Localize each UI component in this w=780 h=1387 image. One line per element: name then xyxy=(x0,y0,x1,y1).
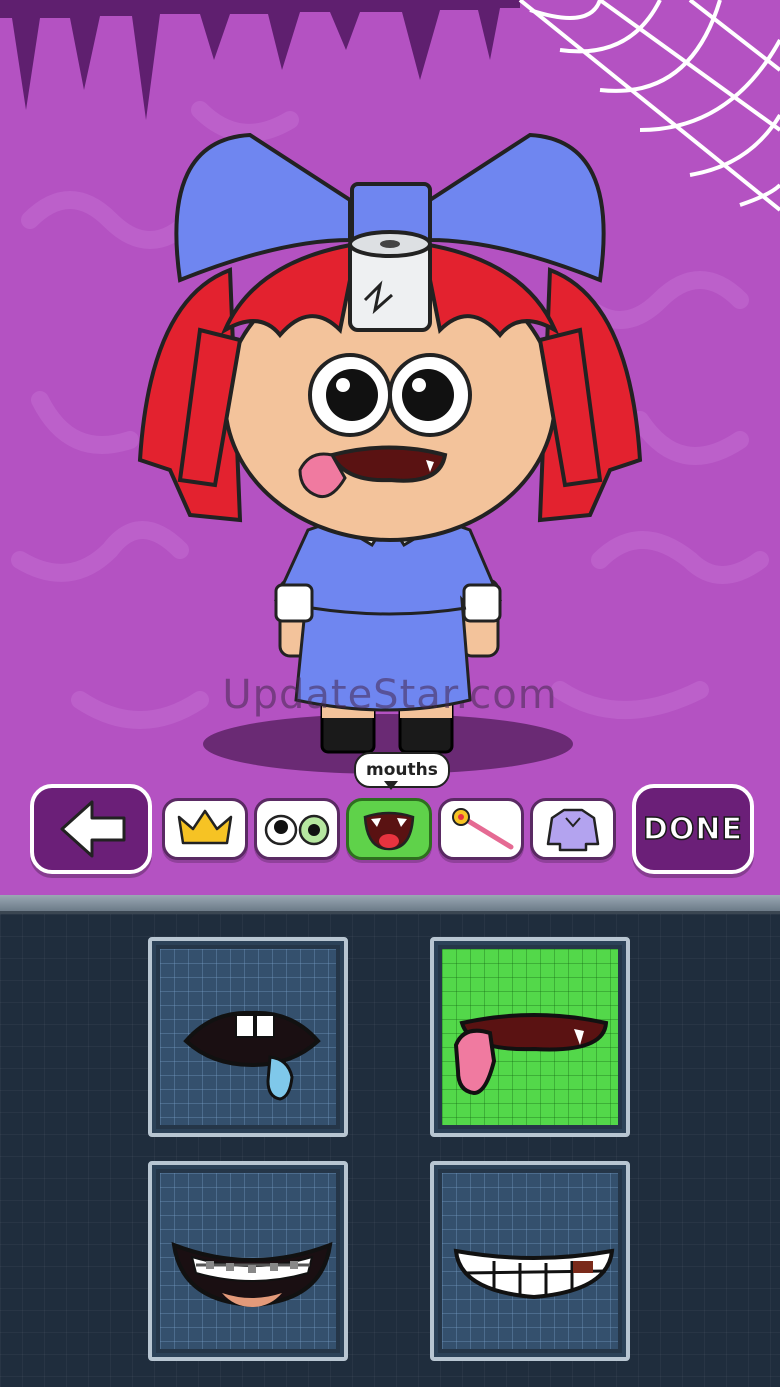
mouth-icon xyxy=(363,811,415,851)
shirt-icon xyxy=(546,808,600,852)
character xyxy=(137,132,643,754)
crown-icon xyxy=(177,809,233,845)
mouth-drool-icon xyxy=(183,1010,321,1101)
category-accessories-button[interactable] xyxy=(438,798,524,860)
cave-drips xyxy=(0,0,520,120)
mouth-option-2[interactable] xyxy=(430,937,630,1137)
mouth-option-3[interactable] xyxy=(148,1161,348,1361)
game-screen: UpdateStar.com mouths DONE xyxy=(0,0,780,1387)
watermark-text: UpdateStar.com xyxy=(222,672,558,718)
category-hats-button[interactable] xyxy=(162,798,248,860)
done-label: DONE xyxy=(642,811,743,848)
category-mouths-button[interactable] xyxy=(346,798,432,860)
done-button[interactable]: DONE xyxy=(632,784,754,874)
mouth-grin-icon xyxy=(453,1248,615,1300)
category-eyes-button[interactable] xyxy=(254,798,340,860)
mouth-tongue-icon xyxy=(453,1013,609,1096)
tooltip-tail xyxy=(384,781,398,790)
mouth-option-4[interactable] xyxy=(430,1161,630,1361)
panel-rim xyxy=(0,895,780,914)
category-tooltip: mouths xyxy=(354,752,450,788)
panel-grid xyxy=(0,914,780,1387)
back-button[interactable] xyxy=(30,784,152,874)
mouth-braces-icon xyxy=(171,1241,333,1308)
category-outfits-button[interactable] xyxy=(530,798,616,860)
eyes-icon xyxy=(264,814,330,846)
mouth-option-1[interactable] xyxy=(148,937,348,1137)
left-arrow-icon xyxy=(60,800,126,858)
wand-icon xyxy=(452,808,514,850)
